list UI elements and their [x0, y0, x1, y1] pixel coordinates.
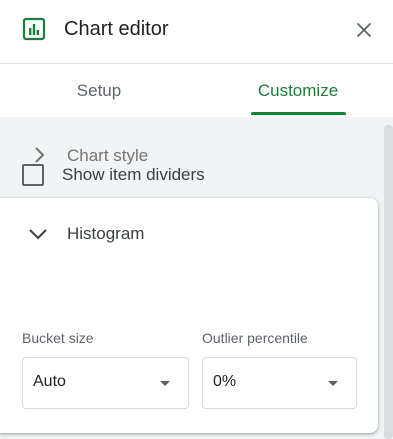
- show-item-dividers-checkbox[interactable]: Show item dividers: [22, 162, 205, 188]
- section-label-histogram: Histogram: [67, 224, 145, 243]
- scrollbar-thumb[interactable]: [384, 125, 393, 439]
- editor-tabs: Setup Customize: [0, 65, 393, 117]
- bucket-size-label: Bucket size: [22, 330, 94, 346]
- bar-chart-icon: [22, 17, 46, 41]
- dropdown-arrow-icon: [160, 381, 170, 386]
- bucket-size-select[interactable]: Auto: [22, 357, 189, 409]
- outlier-percentile-select[interactable]: 0%: [202, 357, 357, 409]
- checkbox-box[interactable]: [22, 164, 44, 186]
- chart-editor-header: Chart editor: [0, 0, 393, 64]
- active-tab-indicator: [251, 112, 346, 115]
- section-header-histogram[interactable]: Histogram: [0, 198, 378, 270]
- close-icon: [357, 23, 371, 37]
- outlier-percentile-label: Outlier percentile: [202, 330, 308, 346]
- chevron-down-icon: [27, 223, 49, 245]
- tab-customize[interactable]: Customize: [250, 65, 346, 117]
- chart-editor-panel: Chart editor Setup Customize Chart style: [0, 0, 393, 439]
- panel-title: Chart editor: [64, 18, 169, 40]
- tab-setup[interactable]: Setup: [42, 65, 156, 117]
- checkbox-label: Show item dividers: [62, 165, 205, 184]
- outlier-percentile-value: 0%: [213, 373, 237, 390]
- close-button[interactable]: [350, 16, 378, 44]
- dropdown-arrow-icon: [328, 381, 338, 386]
- bucket-size-value: Auto: [33, 373, 66, 390]
